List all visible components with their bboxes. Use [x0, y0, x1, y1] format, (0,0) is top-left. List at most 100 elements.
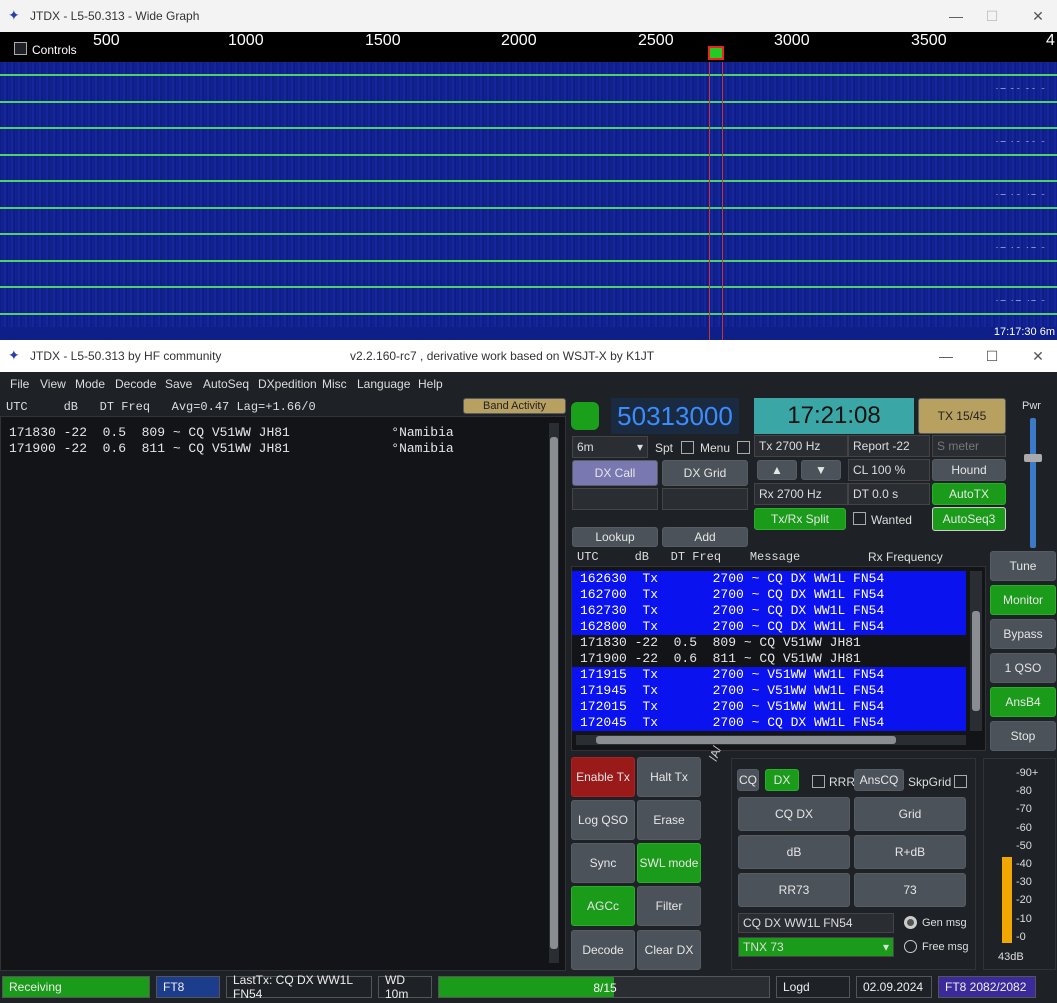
- band-scrollbar[interactable]: [549, 423, 559, 963]
- close-icon[interactable]: ✕: [1028, 6, 1048, 26]
- rx-row[interactable]: 162730 Tx 2700 ~ CQ DX WW1L FN54: [572, 603, 966, 619]
- add-button[interactable]: Add: [662, 527, 748, 547]
- scrollbar-thumb[interactable]: [550, 437, 558, 949]
- enable-tx-button[interactable]: Enable Tx: [571, 757, 635, 797]
- report-spinbox[interactable]: Report -22: [848, 435, 930, 457]
- anscq-button[interactable]: AnsCQ: [854, 769, 904, 791]
- swl-mode-button[interactable]: SWL mode: [637, 843, 701, 883]
- free-msg-radio[interactable]: [904, 940, 917, 953]
- dx-grid-input[interactable]: [662, 488, 748, 510]
- close-icon[interactable]: ✕: [1028, 346, 1048, 366]
- bypass-button[interactable]: Bypass: [990, 619, 1056, 649]
- gen-msg-input[interactable]: CQ DX WW1L FN54: [738, 913, 894, 933]
- 73-msg-button[interactable]: 73: [854, 873, 966, 907]
- band-row[interactable]: 171830 -22 0.5 809 ~ CQ V51WW JH81 °Nami…: [1, 425, 454, 441]
- spt-checkbox[interactable]: [681, 440, 694, 455]
- status-date: 02.09.2024: [856, 976, 932, 998]
- maximize-icon[interactable]: ☐: [982, 346, 1002, 366]
- down-arrow-button[interactable]: ▼: [801, 460, 841, 480]
- rx-row[interactable]: 171915 Tx 2700 ~ V51WW WW1L FN54: [572, 667, 966, 683]
- menu-misc[interactable]: Misc: [322, 377, 347, 391]
- halt-tx-button[interactable]: Halt Tx: [637, 757, 701, 797]
- sync-button[interactable]: Sync: [571, 843, 635, 883]
- rx-row[interactable]: 171830 -22 0.5 809 ~ CQ V51WW JH81: [572, 635, 966, 651]
- menu-mode[interactable]: Mode: [75, 377, 105, 391]
- erase-button[interactable]: Erase: [637, 800, 701, 840]
- slider-handle[interactable]: [1024, 454, 1042, 462]
- power-slider[interactable]: [1024, 418, 1042, 548]
- txrx-split-button[interactable]: Tx/Rx Split: [754, 508, 846, 530]
- ansb4-button[interactable]: AnsB4: [990, 687, 1056, 717]
- monitor-button[interactable]: Monitor: [990, 585, 1056, 615]
- log-qso-button[interactable]: Log QSO: [571, 800, 635, 840]
- dx-call-input[interactable]: [572, 488, 658, 510]
- dt-spinbox[interactable]: DT 0.0 s: [848, 483, 930, 505]
- rx-row[interactable]: 171945 Tx 2700 ~ V51WW WW1L FN54: [572, 683, 966, 699]
- frequency-display[interactable]: 50313000: [611, 398, 739, 434]
- tx-freq-spinbox[interactable]: Tx 2700 Hz: [754, 435, 848, 457]
- grid-msg-button[interactable]: Grid: [854, 797, 966, 831]
- main-window: ✦ JTDX - L5-50.313 by HF community v2.2.…: [0, 340, 1057, 1003]
- agcc-button[interactable]: AGCc: [571, 886, 635, 926]
- one-qso-button[interactable]: 1 QSO: [990, 653, 1056, 683]
- band-row[interactable]: 171900 -22 0.6 811 ~ CQ V51WW JH81 °Nami…: [1, 441, 454, 457]
- filter-button[interactable]: Filter: [637, 886, 701, 926]
- scrollbar-thumb[interactable]: [972, 611, 980, 711]
- decode-button[interactable]: Decode: [571, 930, 635, 970]
- menu-decode[interactable]: Decode: [115, 377, 156, 391]
- rx-vscrollbar[interactable]: [970, 571, 982, 731]
- dx-call-button[interactable]: DX Call: [572, 460, 658, 486]
- chevron-down-icon: ▾: [882, 940, 889, 954]
- wanted-checkbox[interactable]: [853, 511, 866, 526]
- dx-grid-button[interactable]: DX Grid: [662, 460, 748, 486]
- menu-checkbox[interactable]: [737, 440, 750, 455]
- lookup-button[interactable]: Lookup: [572, 527, 658, 547]
- band-select[interactable]: 6m ▾: [572, 436, 648, 458]
- minimize-icon[interactable]: —: [946, 6, 966, 26]
- menu-file[interactable]: File: [10, 377, 29, 391]
- gen-msg-radio[interactable]: [904, 916, 917, 929]
- rr73-msg-button[interactable]: RR73: [738, 873, 850, 907]
- clear-dx-button[interactable]: Clear DX: [637, 930, 701, 970]
- minimize-icon[interactable]: —: [936, 346, 956, 366]
- band-activity-panel[interactable]: 171830 -22 0.5 809 ~ CQ V51WW JH81 °Nami…: [0, 416, 566, 971]
- rx-freq-spinbox[interactable]: Rx 2700 Hz: [754, 483, 848, 505]
- hound-button[interactable]: Hound: [932, 459, 1006, 481]
- rx-row[interactable]: 172015 Tx 2700 ~ V51WW WW1L FN54: [572, 699, 966, 715]
- autoseq3-button[interactable]: AutoSeq3: [932, 507, 1006, 531]
- skpgrid-checkbox[interactable]: [954, 774, 967, 789]
- tune-button[interactable]: Tune: [990, 551, 1056, 581]
- rx-hscrollbar[interactable]: [576, 735, 966, 745]
- up-arrow-button[interactable]: ▲: [757, 460, 797, 480]
- controls-checkbox[interactable]: [14, 41, 27, 56]
- tx-marker[interactable]: [708, 46, 724, 60]
- autotx-button[interactable]: AutoTX: [932, 483, 1006, 505]
- rx-row[interactable]: 162800 Tx 2700 ~ CQ DX WW1L FN54: [572, 619, 966, 635]
- menu-dxpedition[interactable]: DXpedition: [258, 377, 317, 391]
- cl-spinbox[interactable]: CL 100 %: [848, 459, 930, 481]
- menu-language[interactable]: Language: [357, 377, 410, 391]
- rdb-msg-button[interactable]: R+dB: [854, 835, 966, 869]
- cq-dx-msg-button[interactable]: CQ DX: [738, 797, 850, 831]
- rx-row[interactable]: 162700 Tx 2700 ~ CQ DX WW1L FN54: [572, 587, 966, 603]
- waterfall-display[interactable]: 17:20:30 6m17:20:00 6m17:19:30 6m17:19:0…: [0, 62, 1057, 340]
- rx-row[interactable]: 172045 Tx 2700 ~ CQ DX WW1L FN54: [572, 715, 966, 731]
- tx-period-button[interactable]: TX 15/45: [918, 398, 1006, 434]
- rx-row[interactable]: 162630 Tx 2700 ~ CQ DX WW1L FN54: [572, 571, 966, 587]
- db-msg-button[interactable]: dB: [738, 835, 850, 869]
- cq-button[interactable]: CQ: [737, 769, 759, 791]
- menu-autoseq[interactable]: AutoSeq: [203, 377, 249, 391]
- menu-view[interactable]: View: [40, 377, 66, 391]
- scale-tick: 3000: [774, 32, 810, 49]
- rx-frequency-panel[interactable]: 172045 Tx 2700 ~ CQ DX WW1L FN54 172015 T…: [571, 566, 986, 751]
- stop-button[interactable]: Stop: [990, 721, 1056, 751]
- rrr-checkbox[interactable]: [812, 774, 825, 789]
- scrollbar-thumb[interactable]: [596, 736, 896, 744]
- free-msg-combo[interactable]: TNX 73 ▾: [738, 937, 894, 957]
- frequency-scale[interactable]: Controls 500 1000 1500 2000 2500 3000 35…: [0, 32, 1057, 62]
- menu-help[interactable]: Help: [418, 377, 443, 391]
- dx-button[interactable]: DX: [765, 769, 799, 791]
- menu-save[interactable]: Save: [165, 377, 192, 391]
- rx-row[interactable]: 171900 -22 0.6 811 ~ CQ V51WW JH81: [572, 651, 966, 667]
- band-activity-button[interactable]: Band Activity: [463, 398, 566, 414]
